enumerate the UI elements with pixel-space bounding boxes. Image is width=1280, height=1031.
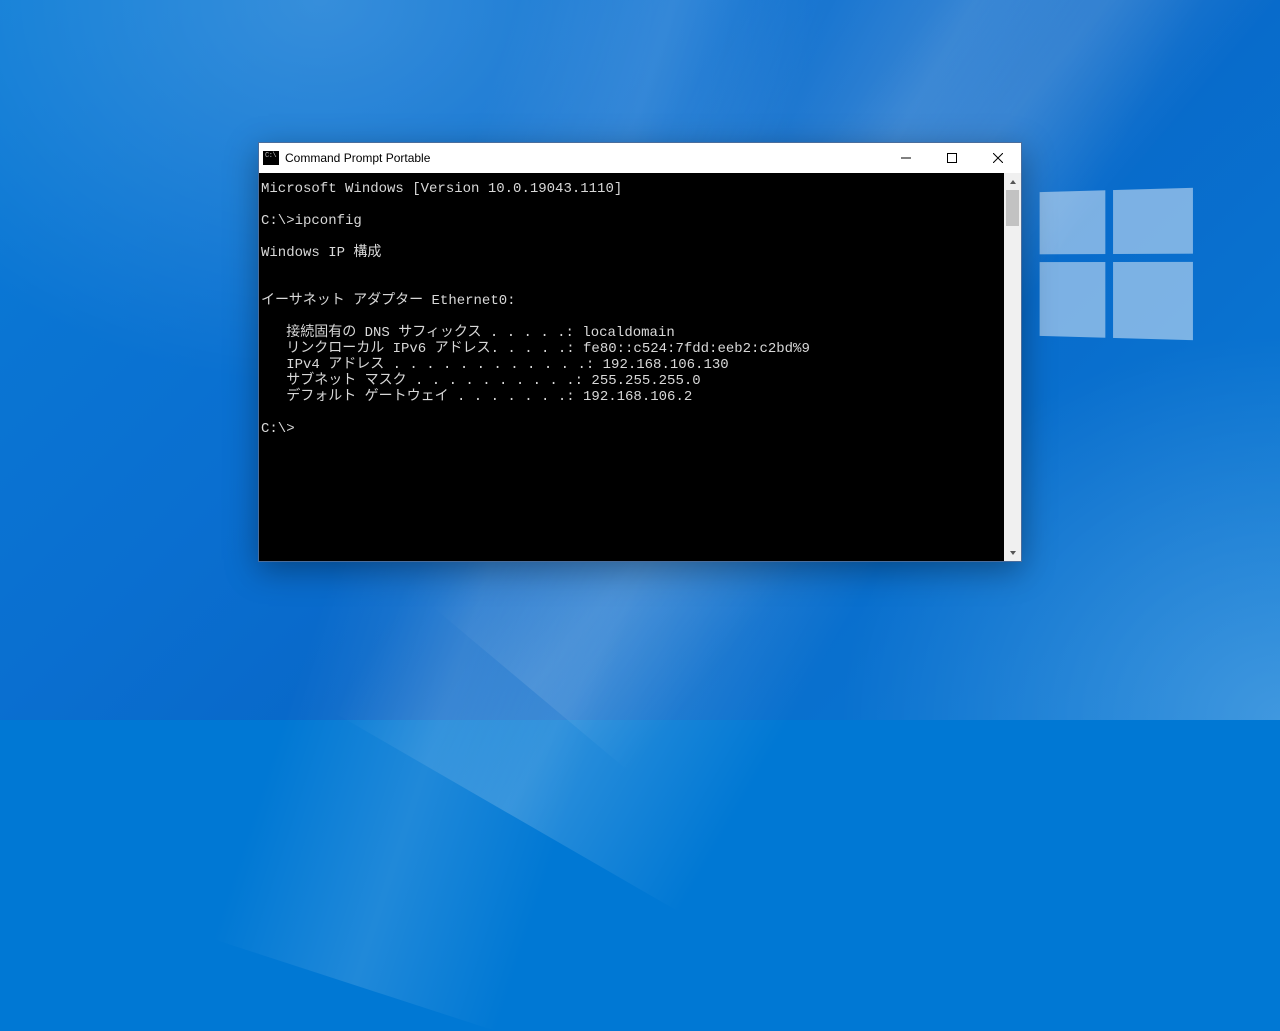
close-icon bbox=[993, 153, 1003, 163]
minimize-button[interactable] bbox=[883, 143, 929, 173]
maximize-button[interactable] bbox=[929, 143, 975, 173]
titlebar[interactable]: Command Prompt Portable bbox=[259, 143, 1021, 173]
client-area: Microsoft Windows [Version 10.0.19043.11… bbox=[259, 173, 1021, 561]
chevron-up-icon bbox=[1009, 178, 1017, 186]
scroll-down-button[interactable] bbox=[1004, 544, 1021, 561]
minimize-icon bbox=[901, 153, 911, 163]
maximize-icon bbox=[947, 153, 957, 163]
scrollbar-thumb[interactable] bbox=[1006, 190, 1019, 226]
command-prompt-window: Command Prompt Portable Microsoft Window… bbox=[258, 142, 1022, 562]
chevron-down-icon bbox=[1009, 549, 1017, 557]
scroll-up-button[interactable] bbox=[1004, 173, 1021, 190]
vertical-scrollbar[interactable] bbox=[1004, 173, 1021, 561]
close-button[interactable] bbox=[975, 143, 1021, 173]
console-output[interactable]: Microsoft Windows [Version 10.0.19043.11… bbox=[259, 173, 1004, 561]
cmd-app-icon bbox=[263, 151, 279, 165]
window-controls bbox=[883, 143, 1021, 173]
windows-logo bbox=[1040, 188, 1195, 343]
scrollbar-track[interactable] bbox=[1004, 190, 1021, 544]
window-title: Command Prompt Portable bbox=[285, 151, 430, 165]
